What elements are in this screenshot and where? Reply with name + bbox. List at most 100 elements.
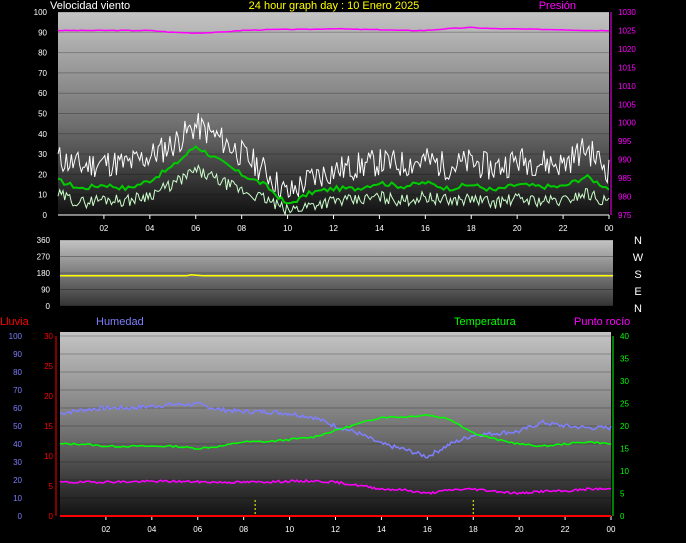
humidity-tick-label: 10 (13, 494, 22, 503)
humidity-tick-label: 100 (9, 332, 23, 341)
humidity-tick-label: 20 (13, 476, 22, 485)
bottom-x-tick-label: 16 (423, 525, 432, 534)
temperature-tick-label: 10 (620, 467, 629, 476)
pressure-right-axis: 975 980 985 990 995 1000 1005 1010 1015 1020 1025 1… (610, 8, 636, 220)
humidity-tick-label: 50 (13, 422, 22, 431)
wind-tick-label: 40 (38, 130, 47, 139)
temperature-tick-label: 20 (620, 422, 629, 431)
graph-title: 24 hour graph day : 10 Enero 2025 (249, 0, 420, 12)
wind-x-tick-label: 10 (283, 224, 292, 233)
wind-x-tick-label: 06 (191, 224, 200, 233)
wind-tick-label: 20 (38, 170, 47, 179)
wind-tick-label: 90 (38, 28, 47, 37)
wind-x-tick-label: 14 (375, 224, 384, 233)
wind-x-tick-label: 12 (329, 224, 338, 233)
rain-tick-label: 0 (49, 512, 54, 521)
bottom-x-tick-label: 04 (147, 525, 156, 534)
direction-left-axis: 0 90 180 270 360 (37, 236, 51, 311)
humidity-tick-label: 40 (13, 440, 22, 449)
humidity-temperature-chart: 0 10 20 30 40 50 60 70 80 90 100 0 5 10 15 20 25 30 0 5 10… (0, 316, 630, 534)
humidity-tick-label: 90 (13, 350, 22, 359)
rain-tick-label: 5 (49, 482, 54, 491)
humidity-tick-label: 80 (13, 368, 22, 377)
dewpoint-title: Punto rocío (574, 316, 630, 328)
wind-title: Velocidad viento (50, 0, 130, 12)
pressure-tick-label: 975 (618, 211, 632, 220)
pressure-tick-label: 1030 (618, 8, 636, 17)
temperature-tick-label: 40 (620, 332, 629, 341)
bottom-x-tick-label: 12 (331, 525, 340, 534)
wind-tick-label: 100 (34, 8, 48, 17)
bottom-x-tick-label: 10 (285, 525, 294, 534)
humidity-axis: 0 10 20 30 40 50 60 70 80 90 100 (9, 332, 23, 521)
direction-letter: N (634, 235, 642, 247)
temperature-axis: 0 5 10 15 20 25 30 35 40 (612, 332, 629, 521)
temperature-tick-label: 30 (620, 377, 629, 386)
bottom-x-tick-label: 00 (607, 525, 616, 534)
bottom-x-tick-label: 22 (561, 525, 570, 534)
rain-tick-label: 10 (44, 452, 53, 461)
pressure-tick-label: 990 (618, 156, 632, 165)
direction-letters: NWSEN (633, 235, 644, 315)
wind-x-tick-label: 18 (467, 224, 476, 233)
wind-x-tick-label: 02 (99, 224, 108, 233)
rain-tick-label: 20 (44, 392, 53, 401)
pressure-tick-label: 985 (618, 174, 632, 183)
pressure-tick-label: 980 (618, 193, 632, 202)
wind-tick-label: 0 (43, 211, 48, 220)
wind-x-tick-label: 20 (513, 224, 522, 233)
direction-letter: S (634, 269, 641, 281)
wind-x-tick-label: 22 (559, 224, 568, 233)
wind-direction-chart: 090180270360 NWSEN (37, 235, 644, 315)
pressure-tick-label: 995 (618, 137, 632, 146)
bottom-x-tick-label: 20 (515, 525, 524, 534)
humidity-tick-label: 60 (13, 404, 22, 413)
pressure-tick-label: 1015 (618, 63, 636, 72)
direction-letter: E (634, 286, 641, 298)
bottom-plot-area (60, 332, 611, 517)
wind-tick-label: 60 (38, 89, 47, 98)
pressure-tick-label: 1005 (618, 100, 636, 109)
temperature-tick-label: 25 (620, 400, 629, 409)
bottom-x-axis: 02 04 06 08 10 12 14 16 18 20 22 00 (101, 516, 616, 534)
direction-tick-label: 180 (37, 269, 51, 278)
wind-x-tick-label: 00 (605, 224, 614, 233)
direction-tick-label: 270 (37, 253, 51, 262)
bottom-x-tick-label: 06 (193, 525, 202, 534)
pressure-tick-label: 1010 (618, 82, 636, 91)
wind-pressure-chart: 0102030405060708090100 97598098599099510… (34, 0, 637, 233)
pressure-title: Presión (539, 0, 576, 12)
temperature-tick-label: 5 (620, 490, 625, 499)
temperature-tick-label: 0 (620, 512, 625, 521)
wind-tick-label: 10 (38, 191, 47, 200)
humidity-tick-label: 30 (13, 458, 22, 467)
direction-letter: N (634, 303, 642, 315)
wind-x-tick-label: 04 (145, 224, 154, 233)
weather-graphs: 0102030405060708090100 97598098599099510… (0, 0, 644, 534)
wind-tick-label: 80 (38, 49, 47, 58)
rain-title: Lluvia (0, 316, 30, 328)
pressure-tick-label: 1025 (618, 26, 636, 35)
temperature-tick-label: 35 (620, 355, 629, 364)
humidity-tick-label: 70 (13, 386, 22, 395)
wind-tick-label: 70 (38, 69, 47, 78)
pressure-tick-label: 1000 (618, 119, 636, 128)
temperature-title: Temperatura (454, 316, 517, 328)
bottom-x-tick-label: 08 (239, 525, 248, 534)
rain-tick-label: 30 (44, 332, 53, 341)
bottom-x-tick-label: 02 (101, 525, 110, 534)
direction-tick-label: 0 (46, 302, 51, 311)
wind-x-tick-label: 16 (421, 224, 430, 233)
humidity-tick-label: 0 (18, 512, 23, 521)
wind-x-tick-label: 08 (237, 224, 246, 233)
direction-letter: W (633, 252, 644, 264)
direction-tick-label: 360 (37, 236, 51, 245)
temperature-tick-label: 15 (620, 445, 629, 454)
bottom-x-tick-label: 14 (377, 525, 386, 534)
pressure-tick-label: 1020 (618, 45, 636, 54)
wind-tick-label: 50 (38, 110, 47, 119)
rain-tick-label: 25 (44, 362, 53, 371)
wind-x-axis: 02 04 06 08 10 12 14 16 18 20 22 00 (99, 215, 614, 233)
wind-tick-label: 30 (38, 150, 47, 159)
bottom-x-tick-label: 18 (469, 525, 478, 534)
